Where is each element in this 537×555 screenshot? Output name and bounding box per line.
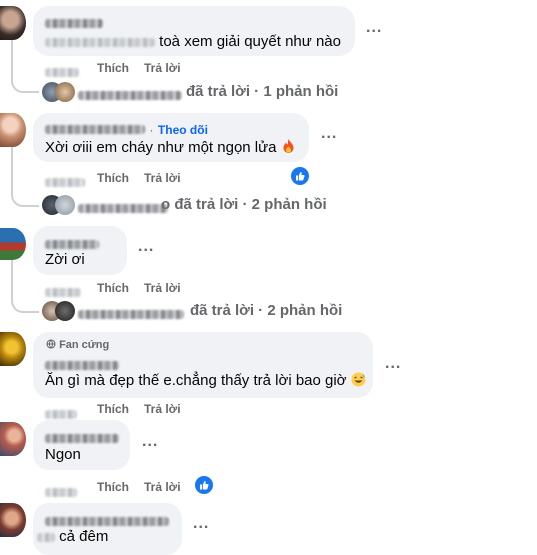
reply-avatar [55,82,75,102]
reply-button[interactable]: Trả lời [144,61,181,75]
grinning-sweat-emoji [351,372,366,391]
comment-time[interactable] [45,64,79,82]
separator-dot: · [149,123,154,137]
like-button[interactable]: Thích [97,281,129,295]
more-options-icon[interactable]: ... [385,355,401,373]
commenter-name[interactable] [45,15,103,33]
more-options-icon[interactable]: ... [138,238,154,256]
avatar[interactable] [0,113,26,147]
reply-button[interactable]: Trả lời [144,402,181,416]
like-button[interactable]: Thích [97,480,129,494]
reply-avatar [55,301,75,321]
replier-names[interactable] [78,87,182,105]
more-options-icon[interactable]: ... [321,125,337,143]
comment-time[interactable] [45,484,77,502]
thumbs-up-icon[interactable] [291,167,309,185]
comment-text: toà xem giải quyết như nào [45,33,341,50]
thumbs-up-icon[interactable] [195,476,213,494]
avatar[interactable] [0,503,26,537]
commenter-name[interactable] [45,125,145,135]
follow-button[interactable]: Theo dõi [158,123,208,137]
comment-text: cả đêm [37,528,108,545]
reply-avatar [55,195,75,215]
comment-text: Ăn gì mà đẹp thế e.chẳng thấy trả lời ba… [45,372,366,391]
thread-curve [11,293,39,313]
comment-bubble: Zời ơi [33,226,127,275]
thread-line [11,40,13,74]
replier-names[interactable] [78,200,168,218]
reply-button[interactable]: Trả lời [144,171,181,185]
top-fan-badge: Fan cứng [46,339,109,352]
more-options-icon[interactable]: ... [193,515,209,533]
replier-names[interactable] [78,306,184,324]
comment-bubble: Ngon [33,420,130,470]
more-options-icon[interactable]: ... [366,19,382,37]
like-button[interactable]: Thích [97,402,129,416]
avatar[interactable] [0,422,26,456]
reply-button[interactable]: Trả lời [144,281,181,295]
like-button[interactable]: Thích [97,171,129,185]
thread-curve [11,183,39,207]
avatar[interactable] [0,6,26,40]
view-replies-link[interactable]: đã trả lời · 2 phản hồi [190,302,342,319]
view-replies-link[interactable]: o đã trả lời · 2 phản hồi [161,196,327,213]
comment-text: Xời ơiii em cháy như một ngọn lửa [45,138,296,158]
comment-bubble: cả đêm [33,503,182,555]
more-options-icon[interactable]: ... [142,433,158,451]
thread-curve [11,72,39,93]
comment-text: Zời ơi [45,251,85,268]
comment-text: Ngon [45,446,81,463]
avatar[interactable] [0,228,26,260]
fire-emoji [281,138,296,158]
view-replies-link[interactable]: đã trả lời · 1 phản hồi [186,83,338,100]
comment-bubble: · Theo dõi Xời ơiii em cháy như một ngọn… [33,113,309,162]
comment-time[interactable] [45,284,81,302]
comment-bubble: Fan cứng Ăn gì mà đẹp thế e.chẳng thấy t… [33,332,373,398]
reply-button[interactable]: Trả lời [144,480,181,494]
comment-bubble: toà xem giải quyết như nào [33,6,355,56]
thread-line [11,260,13,295]
thread-line [11,147,13,185]
globe-icon [46,339,56,352]
avatar[interactable] [0,332,26,366]
like-button[interactable]: Thích [97,61,129,75]
comment-time[interactable] [45,174,85,192]
